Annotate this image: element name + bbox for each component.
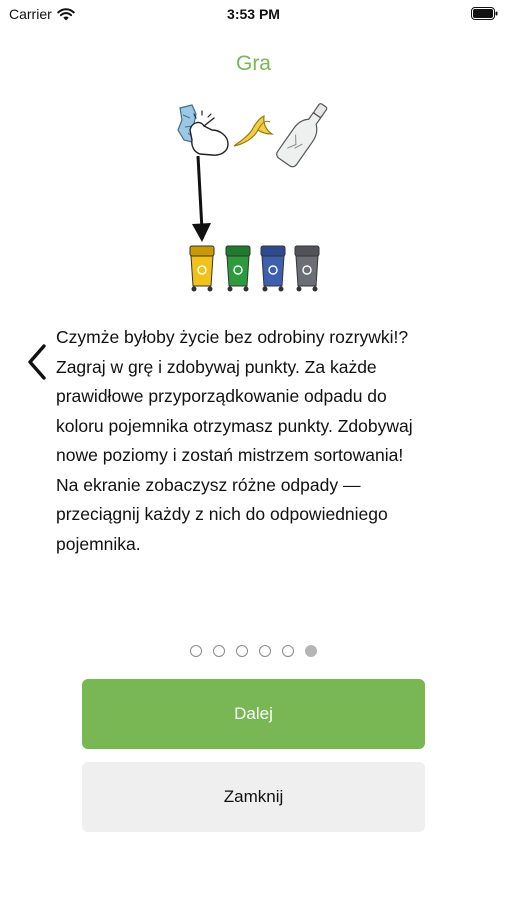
- page-dot[interactable]: [236, 645, 248, 657]
- banana-peel-icon: [233, 114, 274, 147]
- page-dot[interactable]: [259, 645, 271, 657]
- page-dot-active[interactable]: [305, 645, 317, 657]
- blue-bin-icon: [260, 245, 286, 292]
- page-dot[interactable]: [190, 645, 202, 657]
- page-dot[interactable]: [282, 645, 294, 657]
- status-time: 3:53 PM: [227, 6, 280, 22]
- next-button[interactable]: Dalej: [82, 679, 425, 749]
- gray-bin-icon: [294, 245, 320, 292]
- glass-bottle-icon: [276, 103, 328, 168]
- description-text: Czymże byłoby życie bez odrobiny rozrywk…: [56, 327, 413, 554]
- hand-pointer-icon: [189, 110, 229, 156]
- page-title: Gra: [235, 52, 271, 75]
- battery-icon: [471, 7, 498, 20]
- yellow-bin-icon: [189, 245, 215, 292]
- sorting-illustration: [177, 103, 328, 292]
- green-bin-icon: [225, 245, 251, 292]
- close-button[interactable]: Zamknij: [82, 762, 425, 832]
- page-dot[interactable]: [213, 645, 225, 657]
- page-indicator: [0, 645, 507, 657]
- down-arrow-icon: [192, 155, 211, 242]
- onboarding-screen: Carrier 3:53 PM Gra Czymże byłoby życie …: [0, 0, 507, 900]
- chevron-left-icon[interactable]: [22, 342, 54, 382]
- status-bar: Carrier 3:53 PM: [0, 0, 507, 28]
